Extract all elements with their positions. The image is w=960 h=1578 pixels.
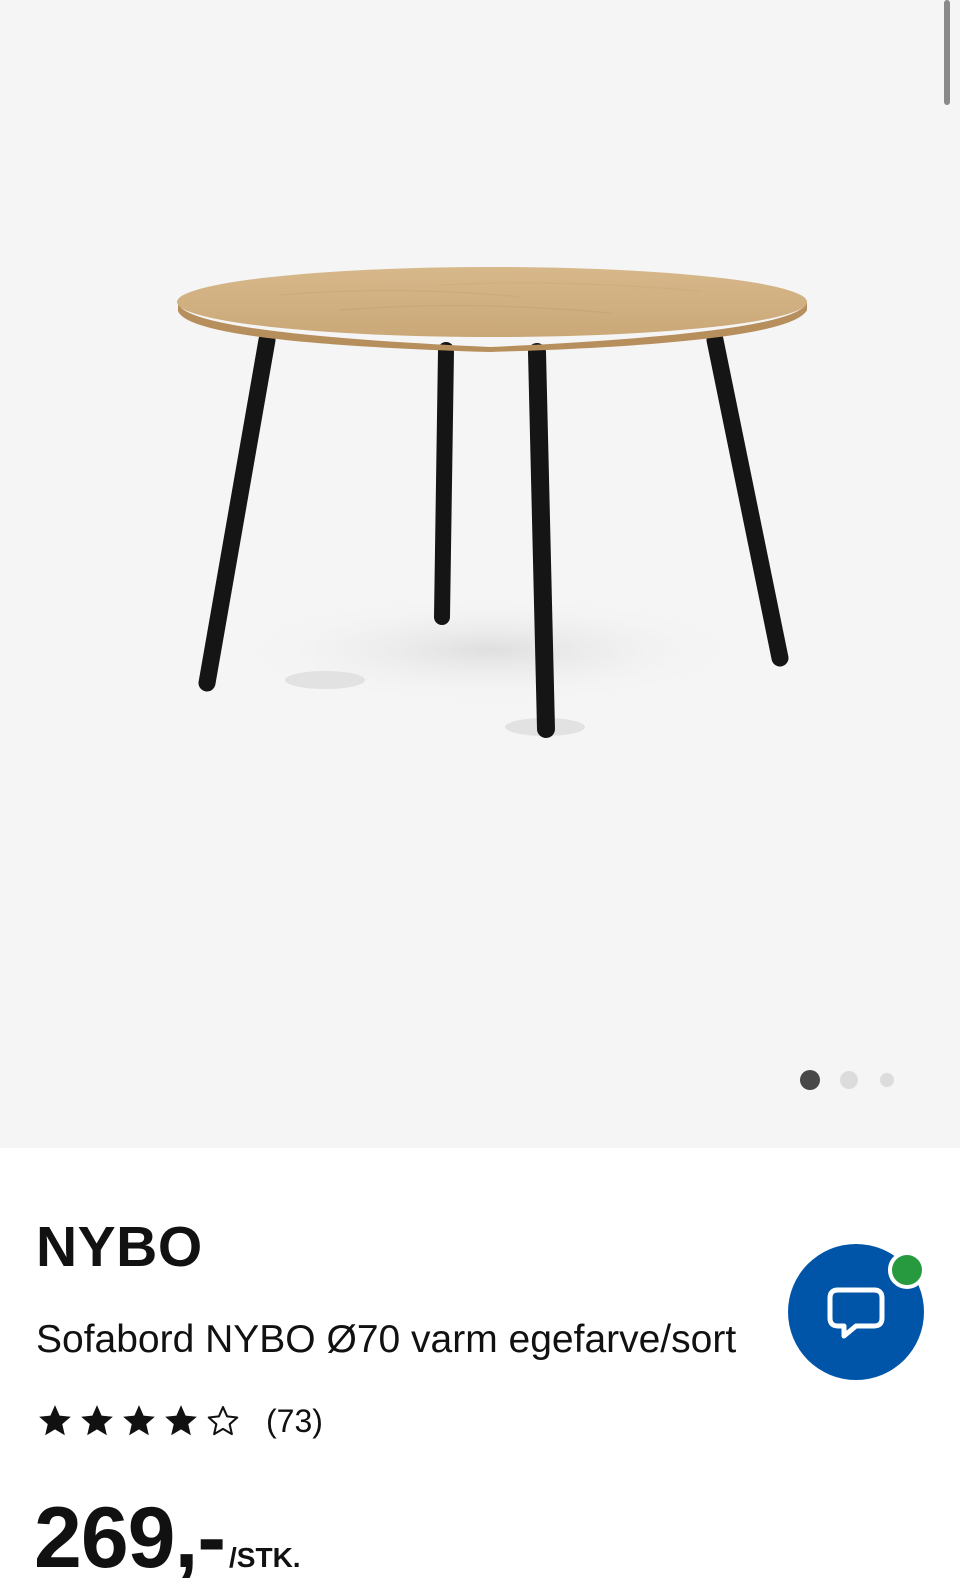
rating-stars bbox=[36, 1402, 246, 1440]
product-page: NYBO Sofabord NYBO Ø70 varm egefarve/sor… bbox=[0, 0, 960, 1578]
star-icon bbox=[165, 1405, 197, 1436]
star-icon bbox=[123, 1405, 155, 1436]
product-image-gallery[interactable] bbox=[0, 0, 960, 1148]
price-unit: /STK. bbox=[229, 1542, 301, 1573]
gallery-dot[interactable] bbox=[880, 1073, 894, 1087]
review-count[interactable]: (73) bbox=[266, 1403, 323, 1440]
price-amount: 269,- bbox=[34, 1490, 226, 1578]
gallery-pagination bbox=[800, 1068, 894, 1092]
product-description: Sofabord NYBO Ø70 varm egefarve/sort bbox=[36, 1318, 737, 1361]
gallery-dot[interactable] bbox=[840, 1071, 858, 1089]
star-icon bbox=[39, 1405, 71, 1436]
star-outline-icon bbox=[207, 1406, 239, 1436]
star-icon bbox=[81, 1405, 113, 1436]
gallery-dot-active[interactable] bbox=[800, 1070, 820, 1090]
scrollbar[interactable] bbox=[944, 0, 950, 105]
product-image bbox=[177, 267, 807, 738]
product-price: 269,- /STK. bbox=[34, 1488, 301, 1578]
product-rating[interactable]: (73) bbox=[36, 1398, 323, 1444]
online-status-indicator bbox=[888, 1251, 926, 1289]
product-brand: NYBO bbox=[36, 1215, 203, 1279]
chat-bubble-icon bbox=[827, 1287, 885, 1339]
